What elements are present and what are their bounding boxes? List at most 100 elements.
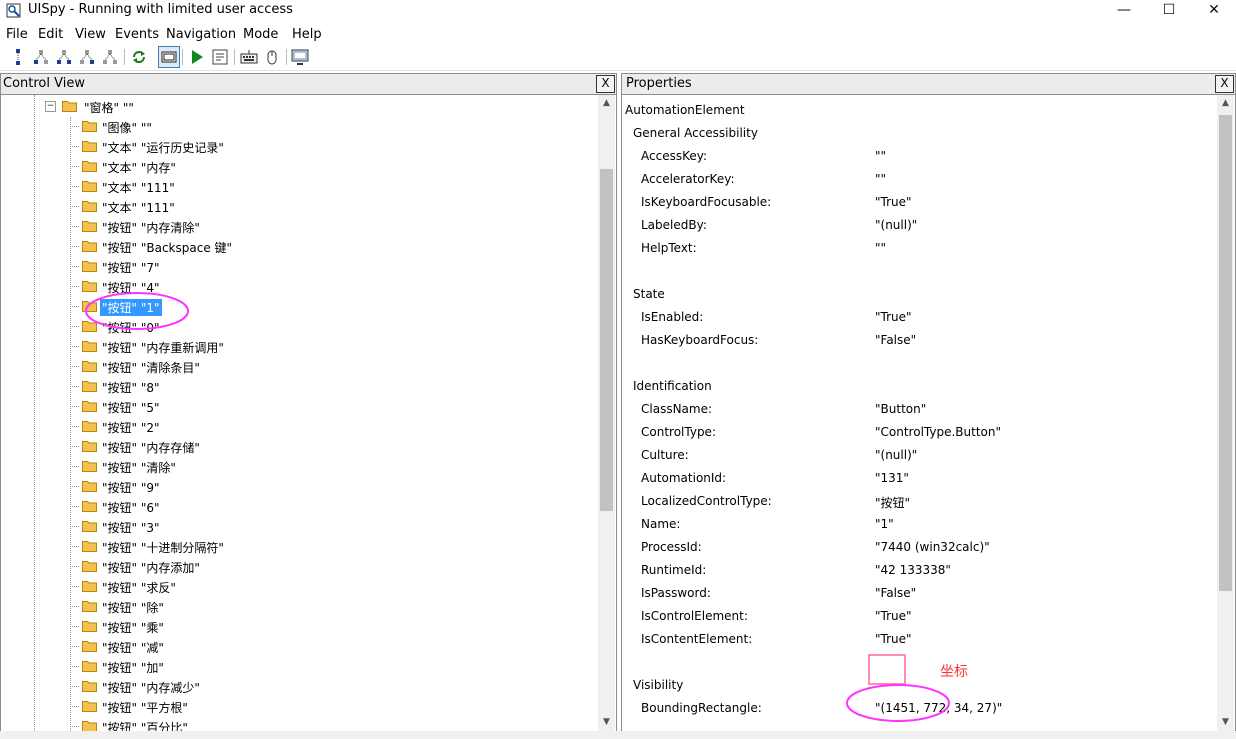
collapse-toggle[interactable]: − xyxy=(45,101,56,112)
folder-icon xyxy=(82,181,97,192)
tree-branch-line xyxy=(70,146,79,147)
property-value: "True" xyxy=(875,632,912,646)
property-name: IsKeyboardFocusable: xyxy=(641,195,772,209)
scroll-up-arrow[interactable]: ▲ xyxy=(598,95,615,112)
tree-branch-line xyxy=(70,626,79,627)
menu-mode[interactable]: Mode xyxy=(243,27,278,42)
tree-branch-line xyxy=(70,666,79,667)
minimize-button[interactable]: — xyxy=(1101,0,1147,22)
property-name: LabeledBy: xyxy=(641,218,707,232)
properties-close-button[interactable]: X xyxy=(1215,75,1234,93)
tree-prev-sibling-icon[interactable] xyxy=(32,48,50,66)
scroll-thumb[interactable] xyxy=(600,169,613,511)
property-value: "1" xyxy=(875,517,894,531)
tree-node-label: "图像" "" xyxy=(102,121,152,135)
property-value: "" xyxy=(875,241,887,255)
control-view-close-button[interactable]: X xyxy=(596,75,615,93)
menu-help[interactable]: Help xyxy=(292,27,322,42)
property-name: BoundingRectangle: xyxy=(641,701,762,715)
scroll-up-arrow[interactable]: ▲ xyxy=(1217,95,1234,112)
folder-icon xyxy=(82,521,97,532)
folder-icon xyxy=(62,101,77,112)
control-view-pane: Control View X − "窗格" "" "图像" "" "文本" "运行… xyxy=(0,73,617,732)
property-value: "(1451, 772, 34, 27)" xyxy=(875,701,1003,715)
refresh-icon[interactable] xyxy=(130,48,148,66)
tree-node-label: "窗格" "" xyxy=(84,101,134,115)
tree-first-child-icon[interactable] xyxy=(55,48,73,66)
property-value: "Button" xyxy=(875,402,927,416)
property-value: "False" xyxy=(875,586,917,600)
tree-branch-line xyxy=(70,566,79,567)
property-name: ControlType: xyxy=(641,425,716,439)
element-tree[interactable]: − "窗格" "" "图像" "" "文本" "运行历史记录" "文本" "内存" "… xyxy=(1,95,598,731)
control-view-scrollbar[interactable]: ▲ ▼ xyxy=(598,95,615,731)
tree-node-label: "按钮" "9" xyxy=(102,481,160,495)
tree-branch-line xyxy=(70,406,79,407)
folder-icon xyxy=(82,601,97,612)
folder-icon xyxy=(82,541,97,552)
scroll-down-arrow[interactable]: ▼ xyxy=(598,714,615,731)
keyboard-icon[interactable] xyxy=(240,48,258,66)
property-name: ClassName: xyxy=(641,402,713,416)
property-name: AutomationId: xyxy=(641,471,727,485)
property-value: "(null)" xyxy=(875,218,918,232)
folder-icon xyxy=(82,701,97,712)
menu-events[interactable]: Events xyxy=(115,27,159,42)
menu-navigation[interactable]: Navigation xyxy=(166,27,236,42)
tree-node-label: "按钮" "内存重新调用" xyxy=(102,341,224,355)
tree-node-label: "按钮" "加" xyxy=(102,661,164,675)
folder-icon xyxy=(82,141,97,152)
tree-node-label: "文本" "111" xyxy=(102,181,175,195)
tree-parent-icon[interactable] xyxy=(9,48,27,66)
property-value: "按钮" xyxy=(875,496,911,510)
screenshot-icon[interactable] xyxy=(291,48,309,66)
close-button[interactable]: ✕ xyxy=(1191,0,1236,22)
properties-title: Properties xyxy=(626,76,692,91)
tree-next-sibling-icon[interactable] xyxy=(78,48,96,66)
scroll-thumb[interactable] xyxy=(1219,115,1232,591)
folder-icon xyxy=(82,721,97,731)
property-name: AccessKey: xyxy=(641,149,708,163)
hover-mode-icon[interactable] xyxy=(263,48,281,66)
menu-view[interactable]: View xyxy=(75,27,106,42)
folder-icon xyxy=(82,381,97,392)
tree-node-label: "按钮" "求反" xyxy=(102,581,176,595)
property-value: "(null)" xyxy=(875,448,918,462)
property-value: "True" xyxy=(875,195,912,209)
folder-icon xyxy=(82,441,97,452)
tree-branch-line xyxy=(70,706,79,707)
folder-icon xyxy=(82,681,97,692)
scroll-down-arrow[interactable]: ▼ xyxy=(1217,714,1234,731)
tree-branch-line xyxy=(70,366,79,367)
properties-scrollbar[interactable]: ▲ ▼ xyxy=(1217,95,1234,731)
folder-icon xyxy=(82,261,97,272)
folder-icon xyxy=(82,321,97,332)
folder-icon xyxy=(82,501,97,512)
folder-icon xyxy=(82,581,97,592)
property-name: IsContentElement: xyxy=(641,632,753,646)
play-icon[interactable] xyxy=(188,48,206,66)
folder-icon xyxy=(82,561,97,572)
focus-tracking-icon xyxy=(161,51,177,63)
menu-bar: File Edit View Events Navigation Mode He… xyxy=(0,24,1236,44)
property-grid: AutomationElement General Accessibility A… xyxy=(622,95,1217,731)
folder-icon xyxy=(82,621,97,632)
tree-node-label: "文本" "111" xyxy=(102,201,175,215)
tree-branch-line xyxy=(70,646,79,647)
properties-header: Properties X xyxy=(622,74,1235,95)
status-strip xyxy=(0,731,1236,739)
focus-tracking-toggle[interactable] xyxy=(158,46,180,68)
menu-file[interactable]: File xyxy=(6,27,28,42)
invoke-pattern-icon[interactable] xyxy=(211,48,229,66)
menu-edit[interactable]: Edit xyxy=(38,27,63,42)
property-value: "42 133338" xyxy=(875,563,951,577)
tree-branch-line xyxy=(70,386,79,387)
folder-icon xyxy=(82,361,97,372)
tree-branch-line xyxy=(70,286,79,287)
tree-node-label: "文本" "内存" xyxy=(102,161,176,175)
tree-branch-line xyxy=(70,246,79,247)
tree-last-child-icon[interactable] xyxy=(101,48,119,66)
maximize-button[interactable]: ☐ xyxy=(1146,0,1192,22)
tree-node-label: "按钮" "3" xyxy=(102,521,160,535)
tree-guide-line xyxy=(34,95,35,731)
